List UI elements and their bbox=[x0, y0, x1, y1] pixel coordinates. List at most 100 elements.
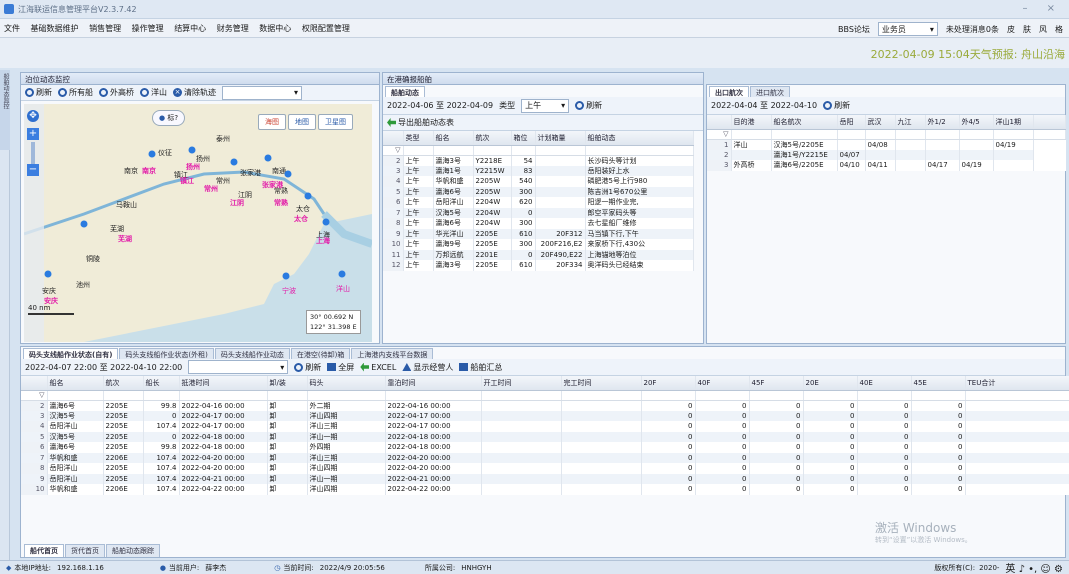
column-header[interactable]: 船舶动态 bbox=[585, 131, 694, 146]
tab-freight-agent-home[interactable]: 货代首页 bbox=[65, 544, 105, 557]
table-row[interactable]: 10 华帆和盛 2206E 107.4 2022-04-22 00:00 卸洋山四期 202… bbox=[21, 484, 1069, 495]
tab-shipping-agent-home[interactable]: 船代首页 bbox=[24, 544, 64, 557]
role-select[interactable]: 业务员 ▾ bbox=[877, 22, 938, 36]
column-header[interactable]: 码头 bbox=[307, 376, 386, 391]
voyage-date-range[interactable]: 2022-04-04 至 2022-04-10 bbox=[711, 100, 817, 111]
table-row[interactable]: 10 上午 瀛海9号 2205E 300 200F216,E2 来家桥下行,430公 bbox=[383, 239, 694, 250]
terminal-select[interactable]: ▾ bbox=[188, 360, 289, 374]
column-header[interactable]: 40E bbox=[857, 376, 912, 391]
tab-export-voyage[interactable]: 出口航次 bbox=[709, 86, 749, 97]
table-row[interactable]: 4 岳阳洋山 2205E 107.4 2022-04-17 00:00 卸洋山三期 2022… bbox=[21, 421, 1069, 432]
export-button[interactable]: 导出船舶动态表 bbox=[387, 117, 454, 128]
table-row[interactable]: 12 上午 瀛海3号 2205E 610 20F334 奥洋码头已经结束 bbox=[383, 260, 694, 271]
tab-chartered-vessels[interactable]: 码头支线船作业状态(外租) bbox=[119, 348, 214, 359]
ship-summary-button[interactable]: 船舶汇总 bbox=[459, 362, 502, 373]
column-header[interactable]: 外1/2 bbox=[925, 115, 960, 130]
refresh-button[interactable]: 刷新 bbox=[25, 87, 52, 98]
terminal-date-range[interactable]: 2022-04-07 22:00 至 2022-04-10 22:00 bbox=[25, 362, 182, 373]
map-view[interactable]: ✥ + − ● 标? 海图 地图 卫星图 泰州 仪征 扬州 南京 镇江 常州 张… bbox=[24, 104, 372, 342]
column-header[interactable]: 45E bbox=[911, 376, 966, 391]
tab-own-vessels[interactable]: 码头支线船作业状态(自有) bbox=[23, 348, 119, 359]
menu-permissions[interactable]: 权限配置管理 bbox=[298, 19, 354, 38]
table-row[interactable]: 2 上午 瀛海3号 Y2218E 54 长沙码头等计划 bbox=[383, 155, 694, 166]
table-row[interactable]: 1 洋山 汉海5号/2205E 04/08 04/19 bbox=[707, 139, 1065, 150]
tab-vessel-tracking[interactable]: 船舶动态跟踪 bbox=[106, 544, 160, 557]
column-header[interactable]: 箱位 bbox=[511, 131, 536, 146]
tab-ship-dynamics[interactable]: 船舶动态 bbox=[385, 86, 425, 97]
column-header[interactable]: 岳阳 bbox=[837, 115, 866, 130]
column-header[interactable]: 航次 bbox=[103, 376, 144, 391]
column-header[interactable]: 目的港 bbox=[731, 115, 772, 130]
waigaoqiao-button[interactable]: 外高桥 bbox=[99, 87, 134, 98]
forum-link[interactable]: BBS论坛 bbox=[838, 24, 870, 35]
column-header[interactable]: 船名航次 bbox=[771, 115, 838, 130]
column-header[interactable]: 九江 bbox=[895, 115, 926, 130]
table-row[interactable]: 8 岳阳洋山 2205E 107.4 2022-04-20 00:00 卸洋山四期 2022… bbox=[21, 463, 1069, 474]
menu-file[interactable]: 文件 bbox=[0, 19, 24, 38]
type-select[interactable]: 上午 ▾ bbox=[521, 98, 570, 113]
menu-settlement[interactable]: 结算中心 bbox=[170, 19, 210, 38]
menu-sales[interactable]: 销售管理 bbox=[85, 19, 125, 38]
fullscreen-button[interactable]: 全屏 bbox=[327, 362, 354, 373]
column-header[interactable]: 洋山1期 bbox=[993, 115, 1034, 130]
tab-vessel-dynamics[interactable]: 码头支线船作业动态 bbox=[214, 348, 290, 359]
table-row[interactable]: 5 上午 瀛海6号 2205W 300 陈吉洲1号670公里 bbox=[383, 186, 694, 197]
mid-date-range[interactable]: 2022-04-06 至 2022-04-09 bbox=[387, 100, 493, 111]
column-header[interactable]: 抵港时间 bbox=[179, 376, 268, 391]
column-header[interactable]: TEU合计 bbox=[965, 376, 1069, 391]
table-row[interactable]: 6 上午 岳阳洋山 2204W 620 阳逻一期作业完, bbox=[383, 197, 694, 208]
table-row[interactable]: 3 汉海5号 2205E 0 2022-04-17 00:00 卸洋山四期 2022-04-… bbox=[21, 410, 1069, 421]
side-tab-vessel-monitor[interactable]: 船舶动态监控 bbox=[0, 70, 10, 150]
column-header[interactable]: 计划箱量 bbox=[535, 131, 586, 146]
column-header[interactable]: 20E bbox=[803, 376, 858, 391]
table-row[interactable]: 4 上午 华帆和盛 2205W 540 磷肥港5号上行980 bbox=[383, 176, 694, 187]
column-header[interactable]: 船名 bbox=[433, 131, 474, 146]
table-row[interactable]: 11 上午 万邦远航 2201E 0 20F490,E22 上海锚地等泊位 bbox=[383, 249, 694, 260]
menu-basic-data[interactable]: 基础数据维护 bbox=[27, 19, 83, 38]
column-header[interactable]: 开工时间 bbox=[481, 376, 562, 391]
skin-label-3[interactable]: 风 bbox=[1039, 24, 1047, 35]
column-header[interactable]: 外4/5 bbox=[959, 115, 994, 130]
column-header[interactable]: 20F bbox=[641, 376, 696, 391]
column-header[interactable]: 武汉 bbox=[865, 115, 896, 130]
menu-finance[interactable]: 财务管理 bbox=[213, 19, 253, 38]
table-row[interactable]: 7 华帆和盛 2206E 107.4 2022-04-20 00:00 卸洋山三期 2022… bbox=[21, 452, 1069, 463]
menu-data-center[interactable]: 数据中心 bbox=[255, 19, 295, 38]
column-header[interactable]: 船名 bbox=[47, 376, 104, 391]
tab-empty-boxes[interactable]: 在港空(待卸)箱 bbox=[290, 348, 351, 359]
terminal-refresh-button[interactable]: 刷新 bbox=[294, 362, 321, 373]
tab-shanghai-platform[interactable]: 上海港内支线平台数据 bbox=[351, 348, 434, 359]
skin-label-2[interactable]: 肤 bbox=[1023, 24, 1031, 35]
column-header[interactable]: 40F bbox=[695, 376, 750, 391]
column-header[interactable]: 完工时间 bbox=[561, 376, 642, 391]
all-ships-button[interactable]: 所有船 bbox=[58, 87, 93, 98]
window-controls[interactable]: – × bbox=[1022, 3, 1063, 14]
tab-import-voyage[interactable]: 进口航次 bbox=[750, 86, 790, 97]
table-row[interactable]: 9 上午 华光洋山 2205E 610 20F312 马当镇下行,下午 bbox=[383, 228, 694, 239]
clear-track-button[interactable]: × 清除轨迹 bbox=[173, 87, 216, 98]
ship-select[interactable]: ▾ bbox=[222, 85, 302, 100]
filter-row[interactable]: ▽ bbox=[21, 390, 1069, 401]
mid-scrollbar[interactable] bbox=[691, 131, 703, 343]
table-row[interactable]: 6 瀛海6号 2205E 99.8 2022-04-18 00:00 卸外四期 2022-0… bbox=[21, 442, 1069, 453]
filter-row[interactable]: ▽ bbox=[707, 129, 1066, 140]
table-row[interactable]: 2 瀛海1号/Y2215E 04/07 bbox=[707, 149, 1065, 160]
menu-operations[interactable]: 操作管理 bbox=[128, 19, 168, 38]
table-row[interactable]: 8 上午 瀛海6号 2204W 300 去七星船厂维修 bbox=[383, 218, 694, 229]
skin-label-4[interactable]: 格 bbox=[1055, 24, 1063, 35]
column-header[interactable]: 船长 bbox=[143, 376, 180, 391]
column-header[interactable]: 类型 bbox=[403, 131, 434, 146]
table-row[interactable]: 7 上午 汉海5号 2204W 0 郎空平家码头等 bbox=[383, 207, 694, 218]
column-header[interactable]: 45F bbox=[749, 376, 804, 391]
voyage-refresh-button[interactable]: 刷新 bbox=[823, 100, 850, 111]
table-row[interactable]: 9 岳阳洋山 2205E 107.4 2022-04-21 00:00 卸洋山一期 2022… bbox=[21, 473, 1069, 484]
skin-label-1[interactable]: 皮 bbox=[1007, 24, 1015, 35]
ime-tray[interactable]: 英 ♪ •, ☺ ⚙ bbox=[1005, 560, 1063, 574]
table-row[interactable]: 3 外高桥 瀛海6号/2205E 04/10 04/11 04/17 04/19 bbox=[707, 160, 1065, 171]
table-row[interactable]: 2 瀛海6号 2205E 99.8 2022-04-16 00:00 卸外二期 2022-0… bbox=[21, 400, 1069, 411]
excel-button[interactable]: EXCEL bbox=[360, 362, 396, 372]
column-header[interactable]: 卸/装 bbox=[267, 376, 308, 391]
yangshan-button[interactable]: 洋山 bbox=[140, 87, 167, 98]
table-row[interactable]: 3 上午 瀛海1号 Y2215W 83 岳阳装好上水 bbox=[383, 165, 694, 176]
unread-notice[interactable]: 未处理消息0条 bbox=[946, 24, 999, 35]
